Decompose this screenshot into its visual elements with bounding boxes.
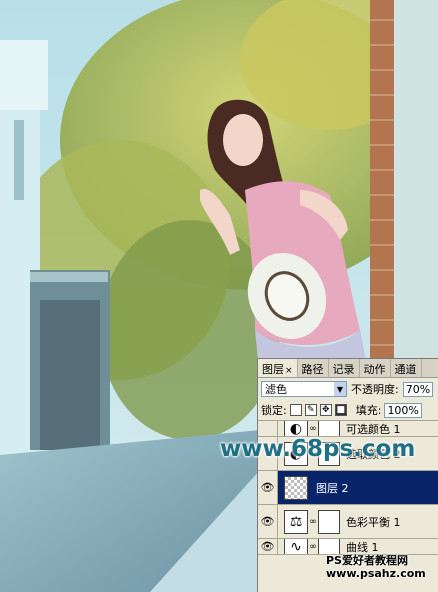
eye-icon[interactable]: 👁 <box>258 505 278 538</box>
link-icon: ∞ <box>309 423 317 434</box>
lock-brush-icon[interactable]: ✎ <box>304 404 317 416</box>
watermark-forum: PS爱好者教程网 www.psahz.com <box>326 554 426 580</box>
color-balance-icon: ⚖ <box>284 509 308 534</box>
layer-name: 可选颜色 1 <box>346 422 401 436</box>
fill-input[interactable]: 100% <box>384 402 422 418</box>
tab-close-icon[interactable]: × <box>285 366 293 376</box>
tab-paths-label: 路径 <box>301 363 324 376</box>
chevron-down-icon[interactable]: ▼ <box>334 382 346 396</box>
tab-history-label: 记录 <box>332 363 355 376</box>
opacity-input[interactable]: 70% <box>402 381 434 397</box>
layer-mask-thumb <box>318 539 340 554</box>
blend-mode-value: 滤色 <box>265 383 287 396</box>
fill-label: 填充: <box>355 404 382 417</box>
watermark-forum-url: www.psahz.com <box>326 567 426 580</box>
lock-move-icon[interactable]: ✥ <box>319 404 332 416</box>
eye-icon[interactable]: 👁 <box>258 471 278 504</box>
opacity-label: 不透明度: <box>351 383 399 396</box>
link-icon: ∞ <box>309 541 317 552</box>
layer-row[interactable]: 👁 ⚖ ∞ 色彩平衡 1 <box>258 505 438 539</box>
eye-icon[interactable]: 👁 <box>258 539 278 554</box>
lock-label: 锁定: <box>261 404 287 417</box>
tab-paths[interactable]: 路径 <box>298 359 329 377</box>
tab-actions-label: 动作 <box>363 363 386 376</box>
layer-thumbnail <box>284 475 308 500</box>
tab-channels[interactable]: 通道 <box>391 359 422 377</box>
tab-channels-label: 通道 <box>394 363 417 376</box>
layer-name: 色彩平衡 1 <box>346 515 401 529</box>
blend-mode-select[interactable]: 滤色 ▼ <box>261 381 347 397</box>
visibility-toggle[interactable] <box>258 421 278 436</box>
panel-tabs: 图层× 路径 记录 动作 通道 <box>258 359 438 378</box>
layer-mask-thumb <box>318 421 340 436</box>
watermark-site: www.68ps.com <box>220 436 416 462</box>
lock-all-icon[interactable]: ■ <box>334 404 347 416</box>
tab-history[interactable]: 记录 <box>329 359 360 377</box>
blend-row: 滤色 ▼ 不透明度: 70% <box>258 378 438 400</box>
layer-row[interactable]: 👁 ∿ ∞ 曲线 1 <box>258 539 438 555</box>
curves-icon: ∿ <box>284 539 308 554</box>
tab-layers[interactable]: 图层× <box>258 359 298 377</box>
layer-name: 曲线 1 <box>346 540 379 554</box>
watermark-forum-name: PS爱好者教程网 <box>326 554 408 567</box>
selective-color-icon: ◐ <box>284 421 308 436</box>
layer-name: 图层 2 <box>316 481 349 495</box>
tab-layers-label: 图层 <box>262 363 284 376</box>
layer-row-selected[interactable]: 👁 图层 2 <box>258 471 438 505</box>
tab-actions[interactable]: 动作 <box>360 359 391 377</box>
lock-row: 锁定: ✎ ✥ ■ 填充: 100% <box>258 400 438 421</box>
lock-transparency-icon[interactable] <box>289 404 302 416</box>
link-icon: ∞ <box>309 516 317 527</box>
layer-row[interactable]: ◐ ∞ 可选颜色 1 <box>258 421 438 437</box>
layer-mask-thumb <box>318 509 340 534</box>
